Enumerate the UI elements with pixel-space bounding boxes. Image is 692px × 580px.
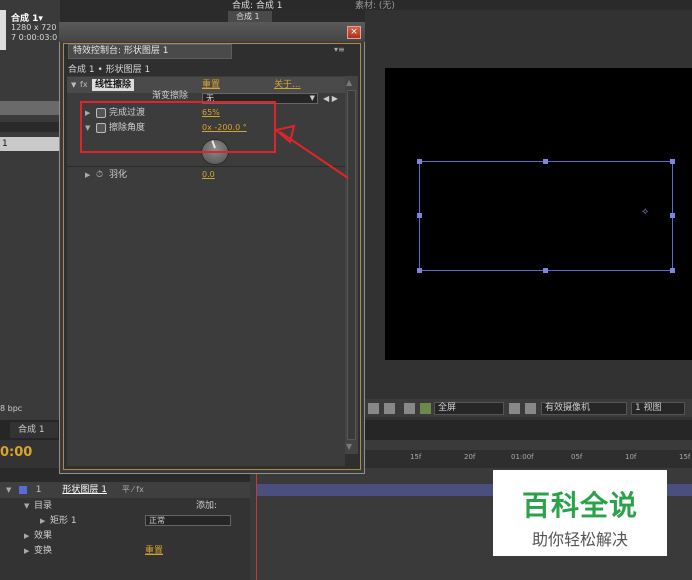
project-comp-size: 1280 x 720 [11,23,57,32]
chevron-down-icon[interactable]: ▼ [310,94,315,103]
layer-prop-effects[interactable]: ▶ 效果 [0,529,250,543]
layer-prop-contents[interactable]: ▼ 目录 添加: [0,499,250,513]
ruler-tick-label: 05f [571,453,583,461]
camera-icon[interactable] [384,403,395,414]
composition-tabbar [220,0,692,10]
watermark-subtitle: 助你轻松解决 [531,530,628,549]
layer-name[interactable]: 形状图层 1 [62,485,107,495]
prop-label: 变换 [34,546,53,556]
layer-row[interactable]: ▼ 1 形状图层 1 平 ⁄ fx [0,482,250,498]
breadcrumb: 合成 1 • 形状图层 1 [68,65,151,75]
current-time-display[interactable]: 0:00 [0,445,32,460]
annotation-highlight-box [80,101,276,153]
project-comp-duration: 7 0:00:03:0 [11,33,58,42]
close-icon[interactable]: × [347,26,361,39]
layer-color-label[interactable] [18,485,27,494]
color-channels-icon[interactable] [420,403,431,414]
watermark-logo: 百科全说 助你轻松解决 [493,470,667,556]
effect-controls-titlebar[interactable] [59,22,365,42]
ruler-tick-label: 10f [625,453,637,461]
shape-handle[interactable] [417,268,422,273]
shape-handle[interactable] [543,268,548,273]
shape-handle[interactable] [417,213,422,218]
tab-timeline-comp[interactable]: 合成 1 [10,422,58,438]
anchor-point-icon[interactable]: ✧ [641,208,650,218]
stopwatch-icon[interactable]: ⏱ [96,167,103,183]
ruler-tick-label: 15f [410,453,422,461]
ruler-tick-label: 20f [464,453,476,461]
tab-composition[interactable]: 合成: 合成 1 [232,0,282,11]
project-list-item[interactable]: 1 [0,137,60,151]
annotation-arrow-icon [273,124,349,179]
param-name: 羽化 [109,170,128,180]
layer-prop-transform[interactable]: ▶ 变换 重置 [0,544,250,558]
rectangle-shape-bounds[interactable] [419,161,673,271]
prop-label: 矩形 1 [50,516,77,526]
shape-handle[interactable] [670,159,675,164]
prop-label: 效果 [34,531,53,541]
comp-thumbnail [0,10,6,50]
add-menu[interactable]: 添加: [196,499,217,513]
bpc-button[interactable]: 8 bpc [0,404,22,413]
shape-handle[interactable] [417,159,422,164]
camera-select[interactable]: 有效摄像机 [541,402,627,415]
layer-switches[interactable]: 平 ⁄ fx [122,485,144,494]
resolution-select[interactable]: 全屏 [434,402,504,415]
layer-number: 1 [35,485,42,495]
shape-handle[interactable] [543,159,548,164]
scroll-up-icon[interactable]: ▲ [346,78,352,87]
expand-triangle-icon[interactable]: ▶ [85,167,90,183]
project-list-header [0,101,60,115]
view-layout-select[interactable]: 1 视图 [631,402,685,415]
tab-effect-controls[interactable]: 特效控制台: 形状图层 1 [68,44,232,59]
project-list-columns [0,122,60,132]
tab-footage[interactable]: 素材: (无) [355,0,395,11]
param-value[interactable]: 0.0 [202,167,215,183]
transparency-grid-icon[interactable] [525,403,536,414]
blend-mode-select[interactable]: 正常 [145,515,231,526]
region-of-interest-icon[interactable] [509,403,520,414]
prop-label: 目录 [34,501,53,511]
layer-prop-rect[interactable]: ▶ 矩形 1 正常 [0,514,250,528]
ruler-tick-label: 15f [679,453,691,461]
person-icon[interactable] [404,403,415,414]
project-panel [0,0,60,420]
ruler-tick-label: 01:00f [511,453,534,461]
shape-handle[interactable] [670,213,675,218]
scroll-down-icon[interactable]: ▼ [346,442,352,451]
shape-handle[interactable] [670,268,675,273]
snapshot-icon[interactable] [368,403,379,414]
transform-reset-link[interactable]: 重置 [145,544,163,558]
panel-menu-icon[interactable]: ▾≡ [334,45,345,54]
watermark-title: 百科全说 [521,489,638,522]
effect-name[interactable]: 线性擦除 [92,79,135,91]
expand-triangle-icon[interactable]: ▼ [6,486,16,494]
